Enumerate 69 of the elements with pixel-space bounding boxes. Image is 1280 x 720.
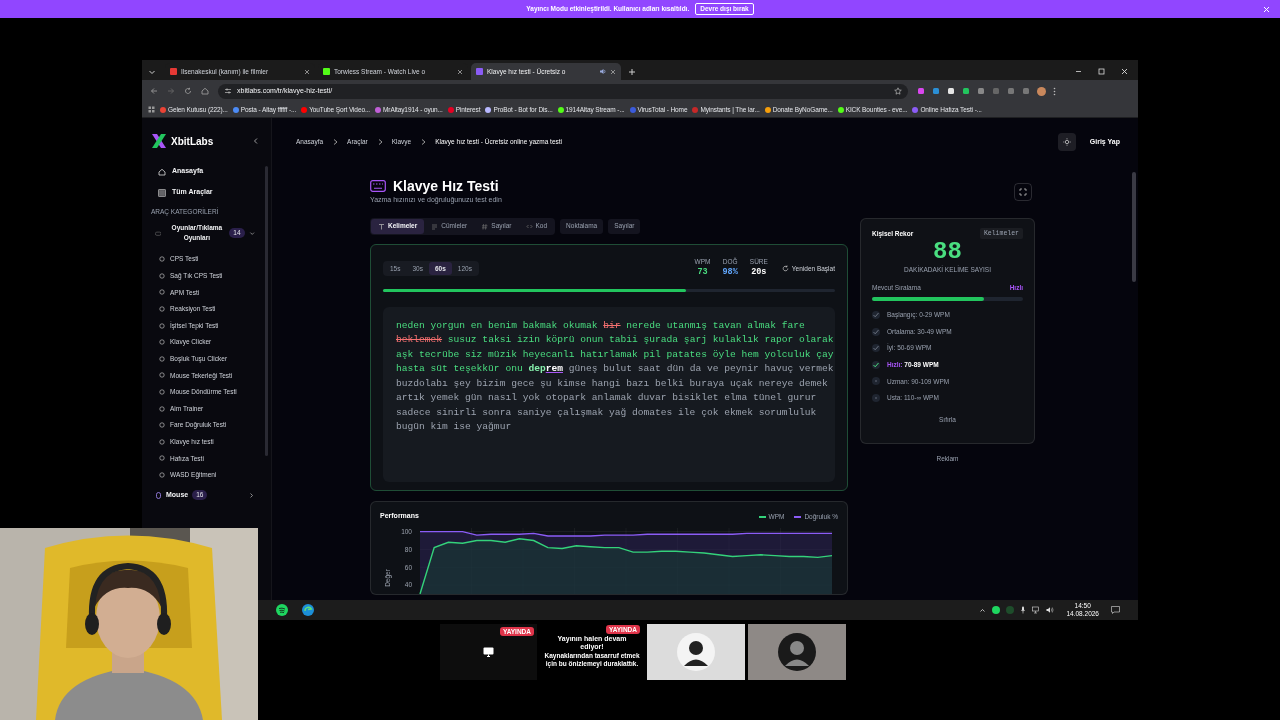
stat-value: 73 <box>697 266 708 279</box>
plus-icon[interactable] <box>628 68 636 76</box>
maximize-icon[interactable] <box>1098 68 1105 75</box>
circle-icon <box>159 422 165 429</box>
speaker-icon[interactable] <box>599 68 606 75</box>
site-settings-icon[interactable] <box>224 87 232 95</box>
keyboard-icon <box>370 180 386 192</box>
music-app-icon[interactable] <box>276 604 288 616</box>
chevron-right-icon <box>248 491 255 499</box>
minimize-icon[interactable] <box>1075 68 1082 75</box>
star-icon[interactable] <box>894 87 902 95</box>
stat-value: 98% <box>722 266 738 279</box>
lines-icon <box>431 222 439 230</box>
circle-icon <box>159 455 165 462</box>
browser-app-icon[interactable] <box>302 604 314 616</box>
chevron-right-icon <box>332 138 339 146</box>
network-icon[interactable] <box>1032 606 1041 614</box>
close-icon[interactable] <box>457 68 463 75</box>
mouse-icon <box>155 491 162 499</box>
circle-icon <box>159 355 165 362</box>
avatar-icon <box>677 633 715 671</box>
chevron-up-icon[interactable] <box>979 606 987 614</box>
page-title: Klavye Hız Testi <box>393 176 499 196</box>
notification-icon[interactable] <box>1111 606 1120 614</box>
logo-icon[interactable] <box>151 133 167 149</box>
chevron-down-icon <box>248 229 255 237</box>
circle-icon <box>159 372 165 379</box>
circle-icon <box>159 438 165 445</box>
preview-tile[interactable] <box>647 624 745 680</box>
apps-grid-icon[interactable] <box>148 106 155 113</box>
back-arrow-icon[interactable] <box>150 87 158 95</box>
circle-icon <box>159 306 165 313</box>
fullscreen-icon <box>1019 188 1027 196</box>
circle-icon <box>159 322 165 329</box>
avatar-icon[interactable] <box>1037 86 1046 96</box>
typing-text: neden yorgun en benim bakmak okumak bir nerede utanmış tavan almak fare beklemek susuz taksi izin köprü onun tabii şurada şarj kulaklık rapor olarak aşk tecrübe siz müzik heyecanlı hatırlamak pil patates öyle hem yolculuk çay hasta süt teşekkür onu deprem güneş bulut saat dün da ve peynir havuç vermek buzdolabı şey bizim gece şu kimse hangi bazı belki buraya uçak nereye demek artık yemek gün nasıl yok otopark anlamak duvar bisiklet elma tünel gurur sadece sinirli sonra saniye çalışmak yağ domates ile çok ekmek sorumluluk bugün kim ise yağmur <box>396 318 835 434</box>
typing-area[interactable] <box>383 306 835 482</box>
circle-icon <box>159 389 165 396</box>
chevron-left-icon[interactable] <box>253 137 259 145</box>
scrollbar[interactable] <box>1132 172 1136 282</box>
chevron-right-icon <box>376 138 383 146</box>
avatar-icon <box>778 633 816 671</box>
home-icon[interactable] <box>201 87 209 95</box>
scrollbar[interactable] <box>265 166 268 456</box>
record-value: 88 <box>933 239 962 266</box>
brand-name: XbitLabs <box>171 134 214 149</box>
hash-icon <box>481 222 489 230</box>
microphone-icon[interactable] <box>1020 606 1027 614</box>
home-icon <box>158 167 166 176</box>
text-icon <box>378 222 385 230</box>
close-icon[interactable] <box>304 68 310 75</box>
circle-icon <box>159 289 165 296</box>
theme-toggle-button[interactable] <box>1057 133 1076 151</box>
code-icon <box>525 222 533 230</box>
circle-icon <box>159 405 165 412</box>
sun-icon <box>1062 138 1071 146</box>
circle-icon <box>159 472 165 478</box>
chevron-right-icon <box>420 138 427 146</box>
monitor-icon <box>483 647 494 657</box>
chevron-down-icon[interactable] <box>148 68 156 76</box>
reload-icon[interactable] <box>184 87 192 95</box>
preview-tile[interactable] <box>748 624 846 680</box>
circle-icon <box>159 256 165 263</box>
circle-icon <box>159 339 165 346</box>
circle-icon <box>159 272 165 279</box>
grid-icon <box>158 188 166 197</box>
volume-icon[interactable] <box>1046 606 1055 614</box>
restart-icon <box>781 265 789 272</box>
stat-value: 20s <box>751 266 767 279</box>
